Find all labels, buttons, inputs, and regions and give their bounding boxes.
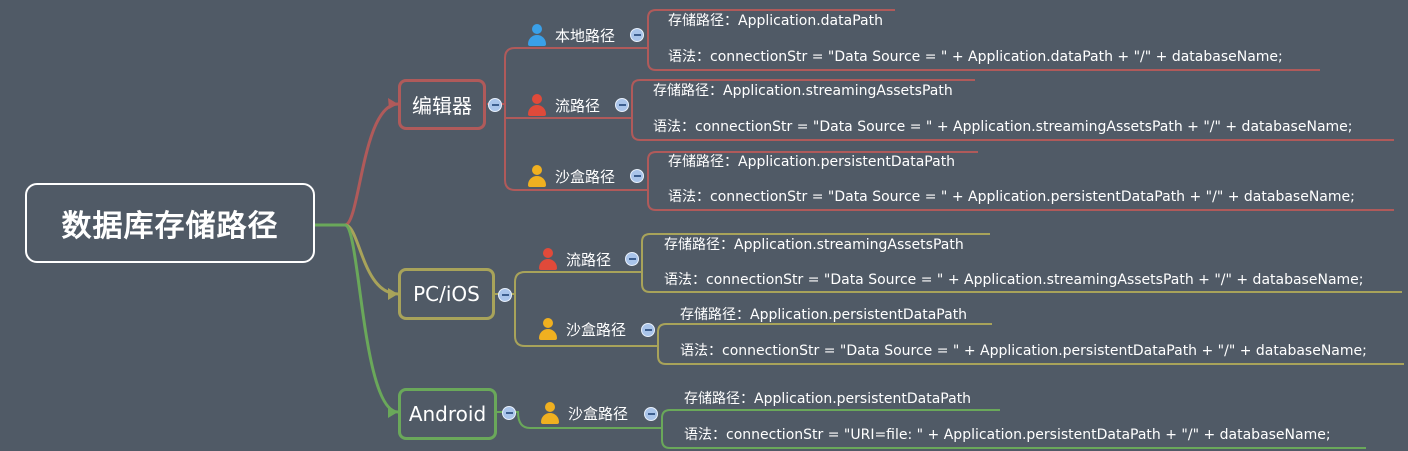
subnode-pcios-sandbox[interactable]: 沙盒路径	[538, 316, 626, 342]
link-pcios-stream	[514, 271, 642, 294]
person-red-icon	[538, 247, 558, 271]
link-root-android	[315, 223, 399, 414]
subnode-editor-sandbox[interactable]: 沙盒路径	[527, 163, 615, 189]
subnode-pcios-stream[interactable]: 流路径	[538, 246, 611, 272]
arrow-editor	[388, 98, 398, 109]
leaf-storage-path: 存储路径：Application.persistentDataPath	[680, 307, 968, 323]
collapse-toggle-android[interactable]	[502, 406, 516, 420]
branch-label: PC/iOS	[413, 282, 480, 306]
person-red-icon	[527, 93, 547, 117]
branch-android[interactable]: Android	[398, 388, 497, 440]
branch-label: Android	[408, 402, 487, 426]
collapse-toggle-android-sandbox[interactable]	[644, 407, 658, 421]
leaf-storage-path: 存储路径：Application.persistentDataPath	[684, 391, 972, 407]
subnode-android-sandbox[interactable]: 沙盒路径	[540, 400, 628, 426]
leaf-storage-path: 存储路径：Application.dataPath	[668, 13, 883, 29]
subnode-label: 沙盒路径	[568, 404, 629, 423]
subnode-label: 沙盒路径	[566, 320, 627, 339]
leaf-storage-path: 存储路径：Application.streamingAssetsPath	[653, 83, 953, 99]
subnode-label: 本地路径	[555, 26, 616, 45]
subnode-label: 沙盒路径	[555, 167, 616, 186]
subnode-editor-local[interactable]: 本地路径	[527, 22, 615, 48]
subnode-editor-stream[interactable]: 流路径	[527, 92, 600, 118]
leaf-syntax: 语法：connectionStr = "Data Source = " + Ap…	[668, 189, 1355, 205]
arrow-android	[388, 406, 398, 418]
person-yellow-icon	[527, 164, 547, 188]
arrow-pcios	[388, 288, 398, 300]
link-root-editor	[315, 102, 399, 227]
person-blue-icon	[527, 23, 547, 47]
collapse-toggle-editor-local[interactable]	[630, 28, 644, 42]
collapse-toggle-pcios-sandbox[interactable]	[641, 323, 655, 337]
root-node[interactable]: 数据库存储路径	[25, 183, 315, 263]
branch-editor[interactable]: 编辑器	[398, 79, 486, 130]
person-yellow-icon	[538, 317, 558, 341]
branch-label: 编辑器	[412, 94, 472, 118]
collapse-toggle-editor-sandbox[interactable]	[630, 169, 644, 183]
leaf-syntax: 语法：connectionStr = "Data Source = " + Ap…	[668, 49, 1283, 65]
subnode-label: 流路径	[566, 250, 612, 269]
branch-pc-ios[interactable]: PC/iOS	[398, 268, 495, 320]
collapse-toggle-pcios-stream[interactable]	[625, 252, 639, 266]
subnode-label: 流路径	[555, 96, 601, 115]
leaf-syntax: 语法：connectionStr = "URI=file: " + Applic…	[684, 427, 1331, 443]
person-yellow-icon	[540, 401, 560, 425]
mind-map: 数据库存储路径 编辑器 本地路径 存储路径：Application.dataPa…	[0, 0, 1408, 451]
leaf-syntax: 语法：connectionStr = "Data Source = " + Ap…	[680, 343, 1367, 359]
leaf-storage-path: 存储路径：Application.streamingAssetsPath	[664, 237, 964, 253]
collapse-toggle-pc-ios[interactable]	[498, 288, 512, 302]
leaf-storage-path: 存储路径：Application.persistentDataPath	[668, 154, 956, 170]
collapse-toggle-editor-stream[interactable]	[615, 98, 629, 112]
leaf-syntax: 语法：connectionStr = "Data Source = " + Ap…	[653, 119, 1353, 135]
leaf-syntax: 语法：connectionStr = "Data Source = " + Ap…	[664, 272, 1364, 288]
collapse-toggle-editor[interactable]	[488, 98, 502, 112]
